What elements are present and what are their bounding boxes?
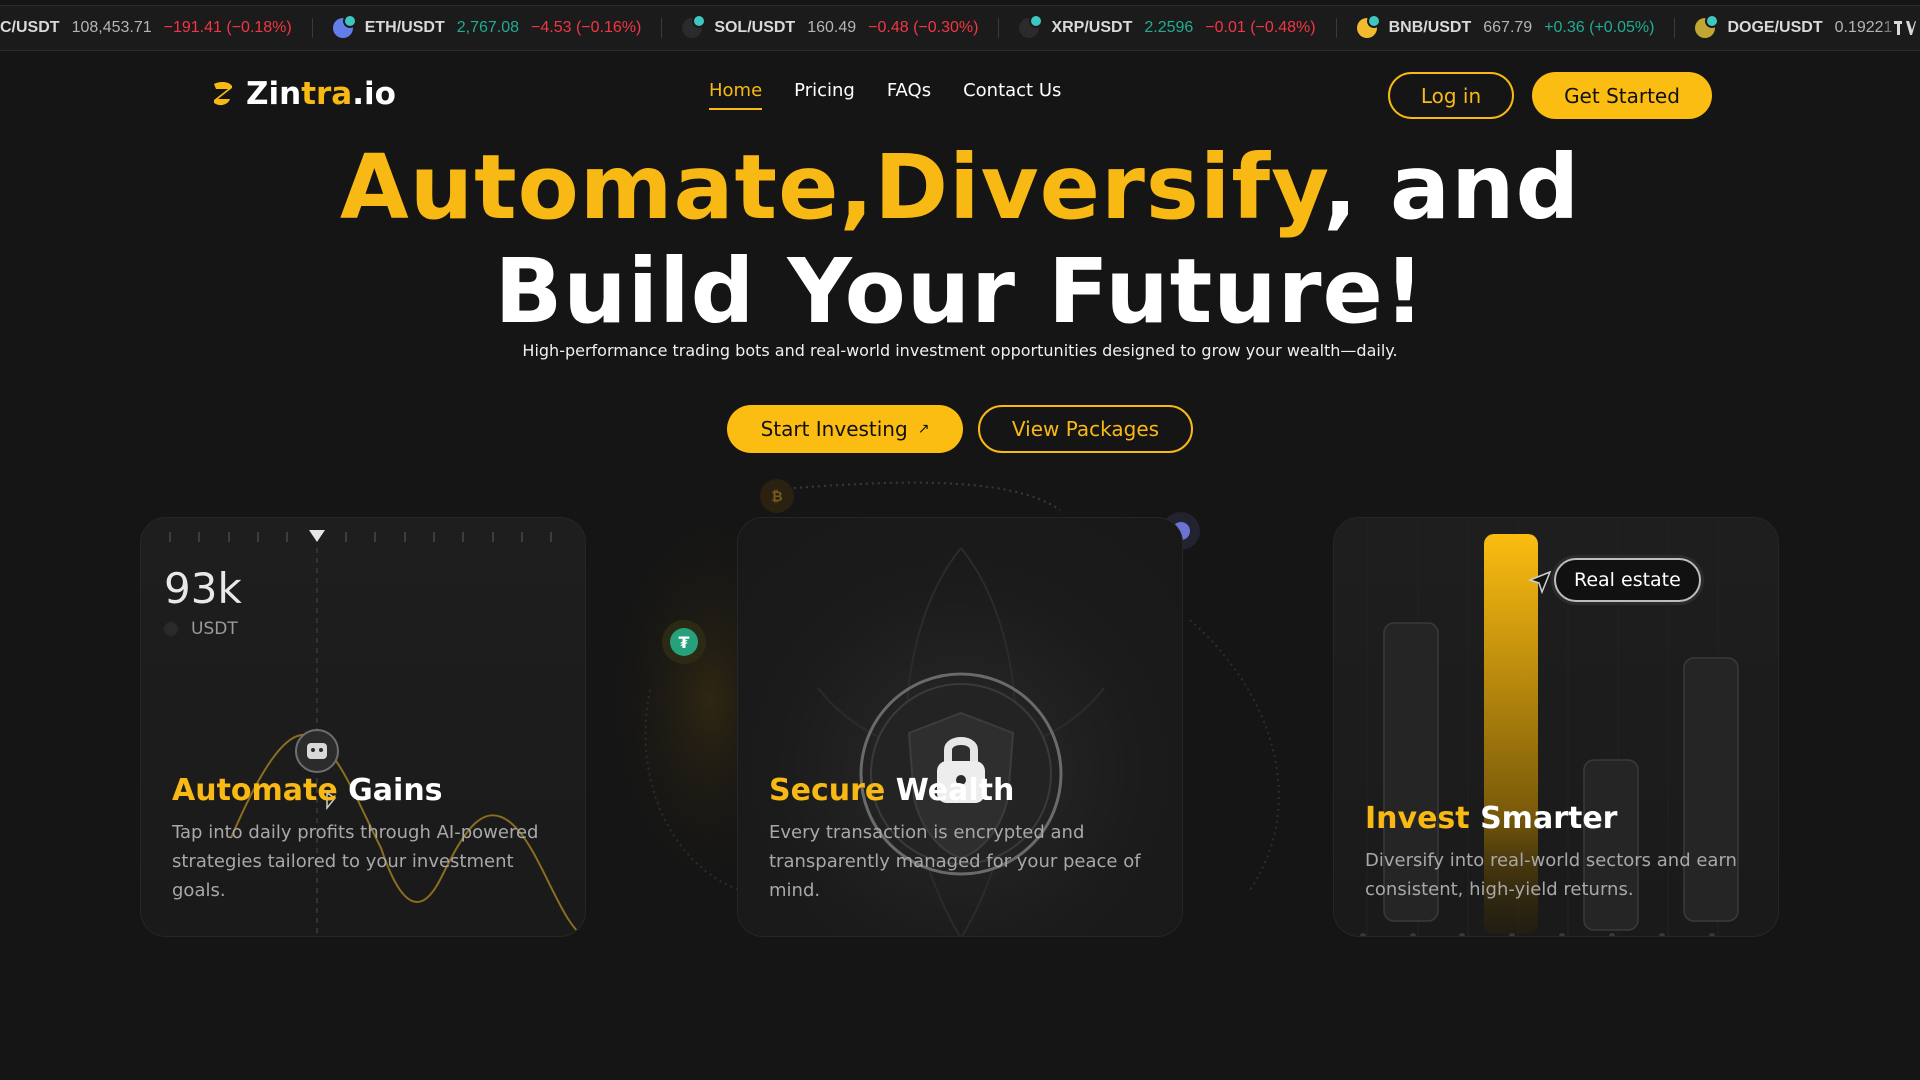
ticker-price: 160.49 [807,19,857,36]
card-title-rest: Wealth [895,773,1015,808]
ticker-price: 108,453.71 [71,19,152,36]
balance-value: 93k [164,564,242,613]
pointer-cursor-icon [1528,570,1552,594]
site-header: Zin tra .io Home Pricing FAQs Contact Us L… [0,58,1920,132]
arrow-up-right-icon: ↗ [917,421,930,437]
start-investing-label: Start Investing [760,417,908,441]
nav-pricing[interactable]: Pricing [794,80,855,110]
card-title-accent: Secure [769,773,886,808]
secure-wealth-card[interactable]: Secure Wealth Every transaction is encry… [737,517,1183,937]
hero-title-diversify: Diversify [874,135,1324,239]
logo-mark-icon [214,81,232,106]
ticker-change: −4.53 (−0.16%) [531,19,642,36]
ticker-item[interactable]: C/USDT 108,453.71 −191.41 (−0.18%) [0,18,313,38]
login-button[interactable]: Log in [1388,72,1514,119]
nav-home[interactable]: Home [709,80,763,110]
card-title-rest: Gains [348,773,443,808]
hero-title: Automate,Diversify, and Build Your Futur… [0,135,1920,343]
ticker-symbol: SOL/USDT [714,19,796,36]
start-investing-button[interactable]: Start Investing ↗ [727,405,963,453]
ticker-price: 667.79 [1483,19,1533,36]
nav-contact-us[interactable]: Contact Us [963,80,1061,110]
automate-gains-card[interactable]: 93k USDT Automate Gains Tap into daily p… [140,517,586,937]
card-title-accent: Automate [172,773,338,808]
card-title-accent: Invest [1365,801,1470,836]
card-description: Tap into daily profits through AI-powere… [172,822,539,901]
bnb-icon [1356,14,1381,38]
solana-icon [682,14,707,38]
ticker-symbol: BNB/USDT [1388,19,1472,36]
card-description: Diversify into real-world sectors and ea… [1365,850,1737,900]
ticker-item[interactable]: BNB/USDT 667.79 +0.36 (+0.05%) [1337,14,1676,38]
ticker-item[interactable]: ETH/USDT 2,767.08 −4.53 (−0.16%) [313,14,663,38]
ticker-symbol: C/USDT [0,19,60,36]
tradingview-logo-icon[interactable] [1880,6,1920,50]
ticker-symbol: ETH/USDT [364,19,445,36]
ticker-change: −191.41 (−0.18%) [163,19,292,36]
ethereum-icon [332,14,357,38]
sector-tag: Real estate [1554,558,1701,602]
view-packages-button[interactable]: View Packages [978,405,1193,453]
ticker-item[interactable]: XRP/USDT 2.2596 −0.01 (−0.48%) [999,14,1337,38]
xrp-icon [1019,14,1044,38]
hero-title-and: , and [1323,135,1581,239]
ticker-change: −0.48 (−0.30%) [868,19,979,36]
ticker-price: 2.2596 [1144,19,1194,36]
card-title: Secure Wealth [769,773,1014,808]
invest-smarter-card[interactable]: Real estate Invest Smarter Diversify int… [1333,517,1779,937]
site-logo[interactable]: Zin tra .io [208,76,396,112]
card-title: Automate Gains [172,773,443,808]
hero-title-automate: Automate, [339,135,875,239]
ticker-symbol: DOGE/USDT [1727,19,1823,36]
card-title-rest: Smarter [1480,801,1618,836]
ticker-price: 2,767.08 [456,19,520,36]
balance-unit: USDT [191,619,238,639]
usdt-dot-icon [164,622,178,636]
ticker-change: −0.01 (−0.48%) [1205,19,1316,36]
logo-text-suffix: .io [352,76,396,112]
card-description: Every transaction is encrypted and trans… [769,822,1141,901]
price-ticker: C/USDT 108,453.71 −191.41 (−0.18%) ETH/U… [0,5,1920,51]
main-nav: Home Pricing FAQs Contact Us [709,80,1061,110]
ticker-change: +0.36 (+0.05%) [1544,19,1655,36]
tether-coin-icon: ₮ [662,620,706,664]
dogecoin-icon [1695,14,1720,38]
get-started-button[interactable]: Get Started [1532,72,1712,119]
ticker-item[interactable]: SOL/USDT 160.49 −0.48 (−0.30%) [662,14,1000,38]
card-title: Invest Smarter [1365,801,1617,836]
hero-subtitle: High-performance trading bots and real-w… [522,341,1398,360]
bitcoin-coin-icon: ₿ [760,479,794,513]
nav-faqs[interactable]: FAQs [887,80,931,110]
logo-text: Zin [246,76,302,112]
hero-title-line2: Build Your Future! [494,239,1426,343]
ticker-symbol: XRP/USDT [1051,19,1133,36]
logo-text-accent: tra [301,76,353,112]
